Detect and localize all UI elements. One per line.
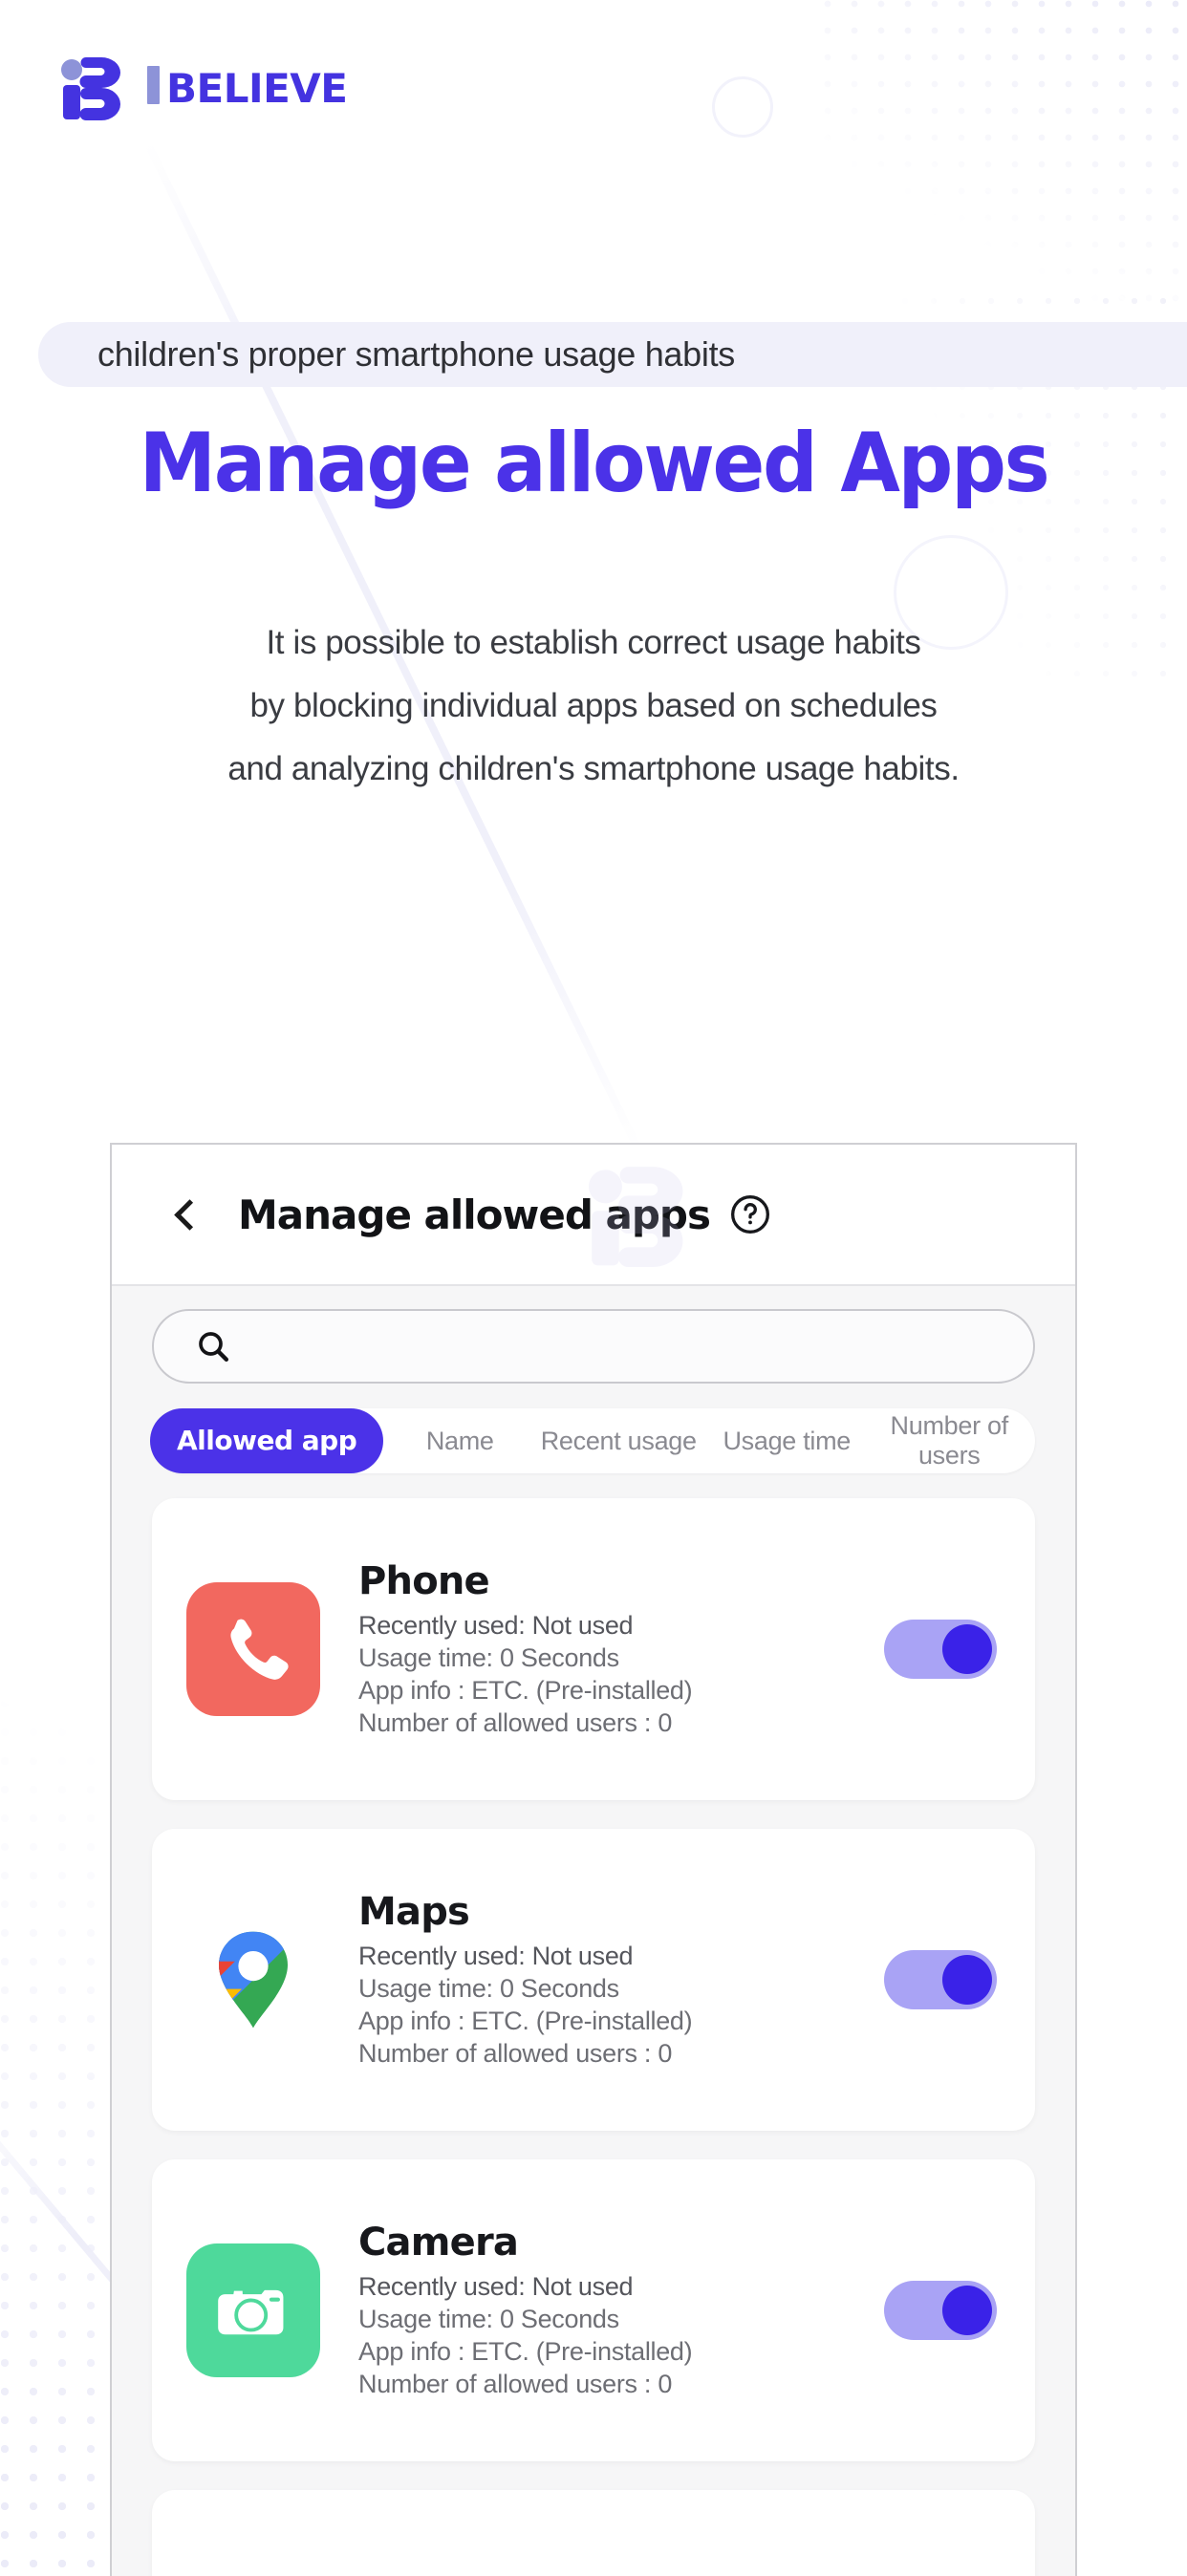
description-line-3: and analyzing children's smartphone usag…	[227, 750, 960, 787]
logo-i-bar	[147, 66, 160, 104]
page-title: Manage allowed Apps	[139, 416, 1050, 511]
hero-description: It is possible to establish correct usag…	[0, 612, 1187, 801]
app-info-line: App info : ETC. (Pre-installed)	[358, 2007, 693, 2035]
tab-recent-usage[interactable]: Recent usage	[536, 1427, 701, 1456]
app-list-item[interactable]: Maps Recently used: Not used Usage time:…	[152, 1829, 1035, 2131]
app-usage-time: Usage time: 0 Seconds	[358, 2305, 619, 2333]
app-allow-toggle[interactable]	[884, 2281, 997, 2340]
camera-app-icon	[186, 2243, 320, 2377]
toggle-knob	[942, 1955, 992, 2005]
app-list-item[interactable]: Camera Recently used: Not used Usage tim…	[152, 2159, 1035, 2461]
search-icon	[199, 1332, 228, 1362]
app-info-block: Camera Recently used: Not used Usage tim…	[358, 2221, 884, 2400]
brand-logo: BELIEVE	[59, 55, 348, 120]
search-section	[112, 1286, 1075, 1384]
app-usage-time: Usage time: 0 Seconds	[358, 1643, 619, 1672]
app-recently-used: Recently used: Not used	[358, 1942, 634, 1970]
app-list-item[interactable]	[152, 2490, 1035, 2576]
search-box[interactable]	[152, 1309, 1035, 1384]
toggle-knob	[942, 2286, 992, 2335]
tab-number-of-users[interactable]: Number of users	[873, 1411, 1025, 1470]
app-info-line: App info : ETC. (Pre-installed)	[358, 2337, 693, 2366]
ibelieve-watermark-icon	[589, 1167, 683, 1267]
app-info-block: Phone Recently used: Not used Usage time…	[358, 1559, 884, 1739]
phone-mockup: Manage allowed apps Allowed app Name Rec…	[110, 1143, 1077, 2576]
app-name: Camera	[358, 2221, 519, 2265]
app-usage-time: Usage time: 0 Seconds	[358, 1974, 619, 2003]
google-maps-app-icon	[186, 1913, 320, 2047]
app-name: Phone	[358, 1559, 490, 1603]
app-allow-toggle[interactable]	[884, 1950, 997, 2009]
toggle-knob	[942, 1624, 992, 1674]
app-allowed-users: Number of allowed users : 0	[358, 1708, 673, 1737]
ibelieve-logo-icon	[61, 57, 120, 120]
app-info-block: Maps Recently used: Not used Usage time:…	[358, 1890, 884, 2070]
filter-tab-bar: Allowed app Name Recent usage Usage time…	[150, 1408, 1035, 1473]
tab-name[interactable]: Name	[383, 1427, 536, 1456]
app-screen-header: Manage allowed apps	[112, 1145, 1075, 1286]
description-line-2: by blocking individual apps based on sch…	[249, 687, 938, 724]
app-name: Maps	[358, 1890, 470, 1934]
app-allowed-users: Number of allowed users : 0	[358, 2039, 673, 2068]
app-allow-toggle[interactable]	[884, 1620, 997, 1679]
brand-name: BELIEVE	[166, 65, 348, 112]
chevron-left-icon[interactable]	[167, 1198, 200, 1231]
app-list: Phone Recently used: Not used Usage time…	[152, 1498, 1035, 2576]
app-list-item[interactable]: Phone Recently used: Not used Usage time…	[152, 1498, 1035, 1800]
tab-allowed-app[interactable]: Allowed app	[150, 1408, 384, 1473]
question-mark-circle-icon[interactable]	[729, 1193, 771, 1235]
phone-app-icon	[186, 1582, 320, 1716]
search-input[interactable]	[253, 1330, 841, 1363]
hero-badge-pill: children's proper smartphone usage habit…	[38, 322, 1187, 387]
app-info-line: App info : ETC. (Pre-installed)	[358, 1676, 693, 1705]
app-allowed-users: Number of allowed users : 0	[358, 2370, 673, 2398]
description-line-1: It is possible to establish correct usag…	[266, 624, 921, 661]
app-recently-used: Recently used: Not used	[358, 1611, 634, 1640]
landing-page: BELIEVE children's proper smartphone usa…	[0, 0, 1187, 2576]
tab-usage-time[interactable]: Usage time	[701, 1427, 873, 1456]
app-recently-used: Recently used: Not used	[358, 2272, 634, 2301]
brand-wordmark: BELIEVE	[147, 64, 348, 112]
hero-badge-text: children's proper smartphone usage habit…	[97, 334, 735, 374]
